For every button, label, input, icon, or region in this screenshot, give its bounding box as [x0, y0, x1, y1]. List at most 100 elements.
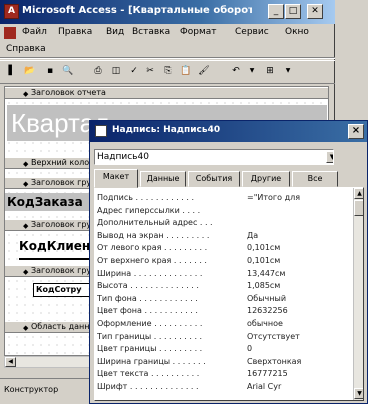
- property-row[interactable]: От верхнего края . . . . . . . 0,101см: [95, 255, 350, 266]
- property-label: Тип границы . . . . . . . . . .: [97, 331, 203, 341]
- property-value[interactable]: Сверхтонкая: [247, 356, 347, 367]
- scroll-thumb[interactable]: [354, 200, 363, 216]
- save-icon[interactable]: ▪: [42, 64, 58, 78]
- property-value[interactable]: 12632256: [247, 305, 347, 316]
- property-value[interactable]: 0,101см: [247, 242, 347, 253]
- menu-doc-icon[interactable]: [4, 27, 16, 39]
- section-label: Заголовок отчета: [31, 88, 106, 97]
- property-label: От левого края . . . . . . . . .: [97, 243, 208, 253]
- scroll-left-icon[interactable]: ◀: [5, 357, 16, 367]
- property-row[interactable]: Ширина границы . . . . . . . Сверхтонкая: [95, 356, 350, 367]
- menu-edit[interactable]: Правка: [58, 27, 92, 37]
- property-row[interactable]: Оформление . . . . . . . . . . обычное: [95, 318, 350, 329]
- menu-view[interactable]: Вид: [106, 27, 124, 37]
- scroll-down-icon[interactable]: ▼: [354, 388, 363, 399]
- properties-window-icon: [95, 125, 107, 137]
- section-marker-icon: ◆: [23, 324, 29, 332]
- menu-tools[interactable]: Сервис: [235, 27, 269, 37]
- tab-events[interactable]: События: [188, 171, 240, 187]
- chevron-down-icon[interactable]: ▼: [326, 151, 333, 163]
- access-title: Microsoft Access - [Квартальные обороты: [22, 5, 252, 16]
- close-icon[interactable]: ✕: [307, 4, 323, 19]
- tab-data[interactable]: Данные: [140, 171, 186, 187]
- access-title-bar: A Microsoft Access - [Квартальные оборот…: [0, 0, 335, 24]
- property-label: Цвет фона . . . . . . . . . . .: [97, 306, 198, 316]
- property-value[interactable]: 13,447см: [247, 268, 347, 279]
- property-value[interactable]: Arial Cyr: [247, 381, 347, 392]
- field-list-icon[interactable]: ⊞: [262, 64, 278, 78]
- section-marker-icon: ◆: [23, 160, 29, 168]
- property-row[interactable]: Подпись . . . . . . . . . . . . ="Итого д…: [95, 192, 350, 203]
- menu-window[interactable]: Окно: [285, 27, 309, 37]
- property-label: Цвет границы . . . . . . . . .: [97, 344, 203, 354]
- view-icon[interactable]: ▌: [4, 64, 20, 78]
- property-row[interactable]: Тип границы . . . . . . . . . . Отсутству…: [95, 331, 350, 342]
- property-value[interactable]: Да: [247, 230, 347, 241]
- property-row[interactable]: Адрес гиперссылки . . . .: [95, 205, 350, 216]
- vertical-scrollbar[interactable]: ▲ ▼: [353, 188, 363, 400]
- spell-icon[interactable]: ✓: [126, 64, 142, 78]
- property-label: Тип фона . . . . . . . . . . . .: [97, 293, 198, 303]
- property-value[interactable]: ="Итого для: [247, 192, 347, 203]
- section-marker-icon: ◆: [23, 90, 29, 98]
- property-value[interactable]: 1,085см: [247, 280, 347, 291]
- maximize-icon[interactable]: □: [285, 4, 301, 19]
- property-value[interactable]: 0: [247, 343, 347, 354]
- format-painter-icon[interactable]: 🖌: [196, 64, 212, 78]
- section-marker-icon: ◆: [23, 268, 29, 276]
- scroll-up-icon[interactable]: ▲: [354, 188, 363, 199]
- object-selector[interactable]: Надпись40 ▼: [94, 149, 334, 165]
- section-report-header[interactable]: ◆ Заголовок отчета: [5, 87, 328, 99]
- property-row[interactable]: Шрифт . . . . . . . . . . . . . . Arial C…: [95, 381, 350, 392]
- undo-dropdown-icon[interactable]: ▼: [244, 64, 260, 78]
- menu-separator: [0, 57, 335, 59]
- menu-insert[interactable]: Вставка: [132, 27, 170, 37]
- access-app-icon[interactable]: A: [4, 4, 19, 19]
- field-employee-id[interactable]: КодСотру: [33, 283, 93, 297]
- open-icon[interactable]: 📂: [22, 64, 38, 78]
- property-row[interactable]: Цвет фона . . . . . . . . . . . 12632256: [95, 305, 350, 316]
- property-label: Оформление . . . . . . . . . .: [97, 319, 203, 328]
- close-icon[interactable]: ×: [348, 124, 364, 139]
- copy-icon[interactable]: ⎘: [160, 64, 176, 78]
- cut-icon[interactable]: ✂: [142, 64, 158, 78]
- tab-other[interactable]: Другие: [242, 171, 290, 187]
- horizontal-scrollbar[interactable]: ◀: [4, 356, 90, 368]
- undo-icon[interactable]: ↶: [228, 64, 244, 78]
- tab-layout[interactable]: Макет: [94, 169, 138, 188]
- property-value[interactable]: Обычный: [247, 293, 347, 304]
- property-value[interactable]: обычное: [247, 318, 347, 329]
- property-row[interactable]: От левого края . . . . . . . . . 0,101см: [95, 242, 350, 253]
- property-label: Дополнительный адрес . . .: [97, 218, 213, 228]
- paste-icon[interactable]: 📋: [178, 64, 194, 78]
- property-label: От верхнего края . . . . . . .: [97, 256, 207, 265]
- print-icon[interactable]: ⎙: [90, 64, 106, 78]
- menu-help[interactable]: Справка: [6, 44, 46, 54]
- field-order-id[interactable]: КодЗаказа: [5, 193, 95, 211]
- property-label: Адрес гиперссылки . . . .: [97, 205, 201, 215]
- toolbar-dropdown-icon[interactable]: ▼: [280, 64, 296, 78]
- property-row[interactable]: Высота . . . . . . . . . . . . . . 1,085с…: [95, 280, 350, 291]
- menu-file[interactable]: Файл: [22, 27, 47, 37]
- property-value[interactable]: 0,101см: [247, 255, 347, 266]
- properties-title-bar[interactable]: Надпись: Надпись40 ×: [90, 121, 367, 142]
- property-value[interactable]: Отсутствует: [247, 331, 347, 342]
- minimize-icon[interactable]: _: [268, 4, 284, 19]
- property-row[interactable]: Цвет текста . . . . . . . . . . 16777215: [95, 368, 350, 379]
- tab-all[interactable]: Все: [292, 171, 338, 187]
- field-customer-id[interactable]: КодКлиента: [19, 237, 91, 255]
- property-value[interactable]: 16777215: [247, 368, 347, 379]
- search-icon[interactable]: 🔍: [60, 64, 76, 78]
- property-row[interactable]: Ширина . . . . . . . . . . . . . . 13,447…: [95, 268, 350, 279]
- property-label: Подпись . . . . . . . . . . . .: [97, 193, 195, 202]
- property-row[interactable]: Вывод на экран . . . . . . . . . Да: [95, 230, 350, 241]
- property-label: Цвет текста . . . . . . . . . .: [97, 369, 200, 379]
- section-marker-icon: ◆: [23, 180, 29, 188]
- properties-dialog: Надпись: Надпись40 × Надпись40 ▼ Макет Д…: [89, 120, 368, 404]
- preview-icon[interactable]: ◫: [108, 64, 124, 78]
- property-row[interactable]: Цвет границы . . . . . . . . . 0: [95, 343, 350, 354]
- property-row[interactable]: Тип фона . . . . . . . . . . . . Обычный: [95, 293, 350, 304]
- object-selector-value: Надпись40: [97, 152, 149, 162]
- menu-format[interactable]: Формат: [180, 27, 217, 37]
- property-row[interactable]: Дополнительный адрес . . .: [95, 217, 350, 228]
